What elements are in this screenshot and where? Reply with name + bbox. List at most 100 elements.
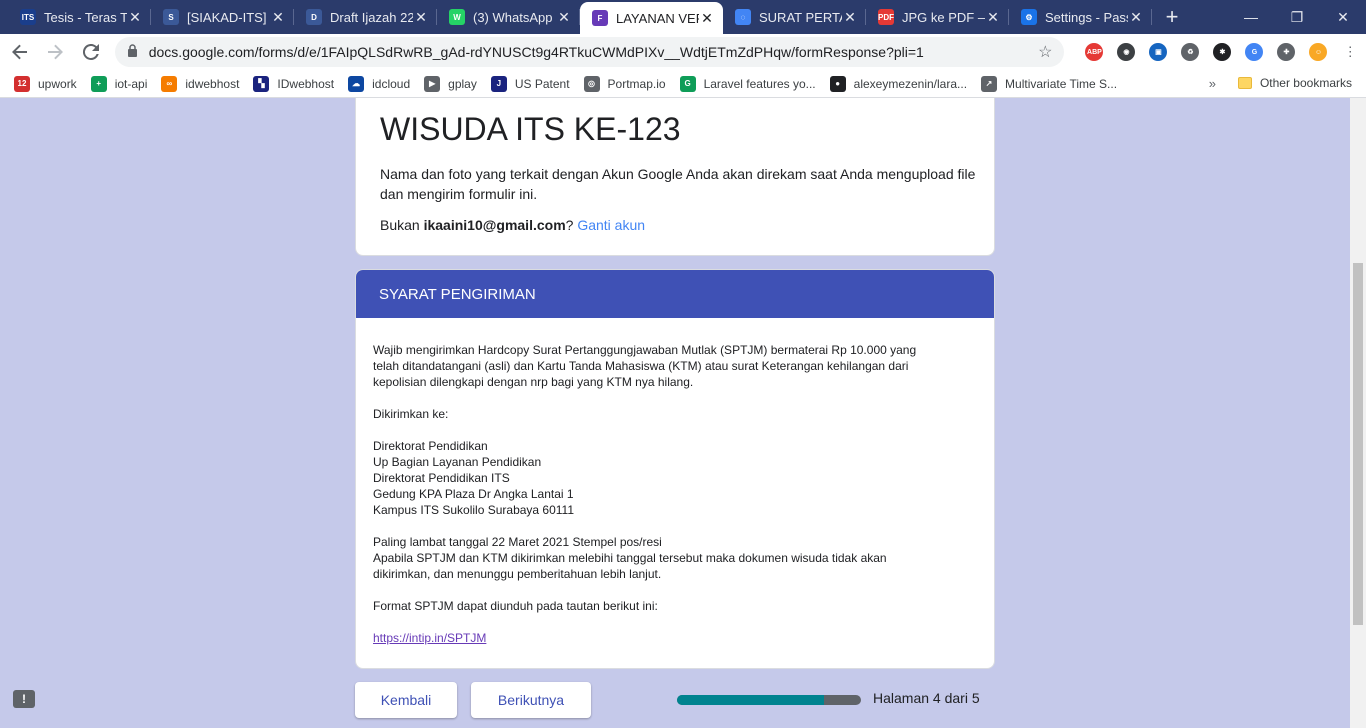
section-line: dikirimkan, dan menunggu pemberitahuan l… <box>373 567 662 581</box>
bookmark-item[interactable]: ▶ gplay <box>424 75 477 92</box>
section-paragraph: Direktorat Pendidikan Up Bagian Layanan P… <box>373 438 977 518</box>
tab-4[interactable]: F LAYANAN VER ✕ <box>580 2 723 34</box>
bookmark-item[interactable]: ● alexeymezenin/lara... <box>829 75 967 92</box>
restore-button[interactable]: ❐ <box>1274 0 1320 34</box>
tab-1[interactable]: S [SIAKAD-ITS] E ✕ <box>151 0 294 34</box>
bookmark-label: IDwebhost <box>277 76 335 91</box>
translate-icon[interactable]: G <box>1238 36 1270 68</box>
bookmark-label: gplay <box>448 76 477 91</box>
progress-bar <box>677 695 861 705</box>
reload-icon[interactable] <box>75 36 107 68</box>
bookmark-item[interactable]: ☁ idcloud <box>348 75 411 92</box>
tab-5[interactable]: ◌ SURAT PERTAN✕ <box>723 0 866 34</box>
profile-avatar-icon-glyph: ☺ <box>1309 43 1328 61</box>
sptjm-download-link[interactable]: https://intip.in/SPTJM <box>373 631 486 645</box>
address-bar[interactable]: docs.google.com/forms/d/e/1FAIpQLSdRwRB_… <box>114 37 1065 67</box>
bookmark-favicon-icon: ∞ <box>161 75 178 92</box>
account-email: ikaaini10@gmail.com <box>423 217 566 233</box>
extension-2-icon[interactable]: ◉ <box>1110 36 1142 68</box>
next-button[interactable]: Berikutnya <box>471 682 591 718</box>
tab-close-icon[interactable]: ✕ <box>413 9 429 26</box>
browser-menu-icon[interactable]: ⋮ <box>1334 36 1366 68</box>
bookmark-item[interactable]: ◎ Portmap.io <box>583 75 666 92</box>
tab-6[interactable]: PDF JPG ke PDF – I ✕ <box>866 0 1009 34</box>
page-indicator: Halaman 4 dari 5 <box>873 690 980 706</box>
extension-2-icon-glyph: ◉ <box>1117 43 1136 61</box>
tab-favicon-icon: F <box>592 10 608 26</box>
puzzle-icon[interactable]: ✚ <box>1270 36 1302 68</box>
section-line: Dikirimkan ke: <box>373 407 449 421</box>
form-privacy-note: Nama dan foto yang terkait dengan Akun G… <box>380 166 976 202</box>
tab-close-icon[interactable]: ✕ <box>127 9 143 26</box>
tab-title: Settings - Pass <box>1045 9 1128 25</box>
adblock-icon[interactable]: ABP <box>1078 36 1110 68</box>
tab-close-icon[interactable]: ✕ <box>985 9 1001 26</box>
switch-account-link[interactable]: Ganti akun <box>577 217 645 233</box>
bookmark-star-icon[interactable]: ☆ <box>1038 42 1052 62</box>
bookmark-favicon-icon: ◎ <box>583 75 600 92</box>
account-line: Bukan ikaaini10@gmail.com? Ganti akun <box>380 217 970 233</box>
bookmarks-overflow-icon[interactable]: » <box>1209 76 1216 91</box>
bookmark-item[interactable]: 12 upwork <box>14 75 77 92</box>
tab-close-icon[interactable]: ✕ <box>556 9 572 26</box>
recycle-icon-glyph: ♻ <box>1181 43 1200 61</box>
extension-5-icon[interactable]: ✱ <box>1206 36 1238 68</box>
tab-strip: ITS Tesis - Teras Te ✕ S [SIAKAD-ITS] E ✕ D Dra… <box>0 0 1366 34</box>
extension-toolbar: ABP ◉ ▣ ♻ ✱ G ✚ ☺ <box>1078 36 1334 68</box>
new-tab-button[interactable]: + <box>1158 0 1186 34</box>
scrollbar[interactable] <box>1350 98 1366 728</box>
section-paragraphs: Wajib mengirimkan Hardcopy Surat Pertang… <box>373 342 977 614</box>
tab-close-icon[interactable]: ✕ <box>842 9 858 26</box>
tab-0[interactable]: ITS Tesis - Teras Te ✕ <box>8 0 151 34</box>
section-line: Direktorat Pendidikan ITS <box>373 471 510 485</box>
section-line: Paling lambat tanggal 22 Maret 2021 Stem… <box>373 535 662 549</box>
bookmark-label: idcloud <box>372 76 411 91</box>
tab-favicon-icon: W <box>449 9 465 25</box>
browser-toolbar: docs.google.com/forms/d/e/1FAIpQLSdRwRB_… <box>0 34 1366 70</box>
tab-close-icon[interactable]: ✕ <box>1128 9 1144 26</box>
bookmark-item[interactable]: J US Patent <box>490 75 570 92</box>
tab-close-icon[interactable]: ✕ <box>699 10 715 27</box>
bookmark-favicon-icon: ● <box>829 75 846 92</box>
window-controls: — ❐ ✕ <box>1228 0 1366 34</box>
forward-arrow-icon[interactable] <box>40 36 72 68</box>
tab-favicon-icon: ITS <box>20 9 36 25</box>
bookmark-label: Multivariate Time S... <box>1005 76 1118 91</box>
bookmark-favicon-icon: ☁ <box>348 75 365 92</box>
folder-icon <box>1237 77 1252 89</box>
other-bookmarks-label: Other bookmarks <box>1259 76 1352 90</box>
other-bookmarks-folder[interactable]: Other bookmarks <box>1237 76 1352 90</box>
recycle-icon[interactable]: ♻ <box>1174 36 1206 68</box>
bookmark-favicon-icon: G <box>679 75 696 92</box>
tab-3[interactable]: W (3) WhatsApp ✕ <box>437 0 580 34</box>
bookmark-item[interactable]: ▚ IDwebhost <box>253 75 335 92</box>
section-line: Format SPTJM dapat diunduh pada tautan b… <box>373 599 658 613</box>
form-title: WISUDA ITS KE-123 <box>380 111 681 147</box>
bookmark-label: US Patent <box>514 76 570 91</box>
section-paragraph: Format SPTJM dapat diunduh pada tautan b… <box>373 598 977 614</box>
back-arrow-icon[interactable] <box>4 36 36 68</box>
tab-title: Draft Ijazah 22 <box>330 9 413 25</box>
account-question-mark: ? <box>565 217 574 233</box>
section-title: SYARAT PENGIRIMAN <box>356 270 994 318</box>
tab-title: (3) WhatsApp <box>473 9 553 25</box>
scrollbar-thumb[interactable] <box>1353 263 1363 625</box>
tab-title: Tesis - Teras Te <box>44 9 127 25</box>
extension-3-icon[interactable]: ▣ <box>1142 36 1174 68</box>
bookmark-item[interactable]: ↗ Multivariate Time S... <box>981 75 1118 92</box>
tab-2[interactable]: D Draft Ijazah 22 ✕ <box>294 0 437 34</box>
feedback-icon[interactable]: ! <box>13 690 35 708</box>
back-button[interactable]: Kembali <box>355 682 457 718</box>
section-paragraph: Dikirimkan ke: <box>373 406 977 422</box>
bookmark-item[interactable]: G Laravel features yo... <box>679 75 816 92</box>
tab-close-icon[interactable]: ✕ <box>270 9 286 26</box>
bookmarks-bar: 12 upwork + iot-api ∞ idwebhost ▚ IDwebhost ☁ idc… <box>0 70 1366 98</box>
tab-7[interactable]: ⚙ Settings - Pass ✕ <box>1009 0 1152 34</box>
bookmark-item[interactable]: + iot-api <box>90 75 147 92</box>
tab-title: [SIAKAD-ITS] E <box>187 9 270 25</box>
profile-avatar-icon[interactable]: ☺ <box>1302 36 1334 68</box>
minimize-button[interactable]: — <box>1228 0 1274 34</box>
close-window-button[interactable]: ✕ <box>1320 0 1366 34</box>
section-paragraph: Wajib mengirimkan Hardcopy Surat Pertang… <box>373 342 977 390</box>
bookmark-item[interactable]: ∞ idwebhost <box>161 75 239 92</box>
